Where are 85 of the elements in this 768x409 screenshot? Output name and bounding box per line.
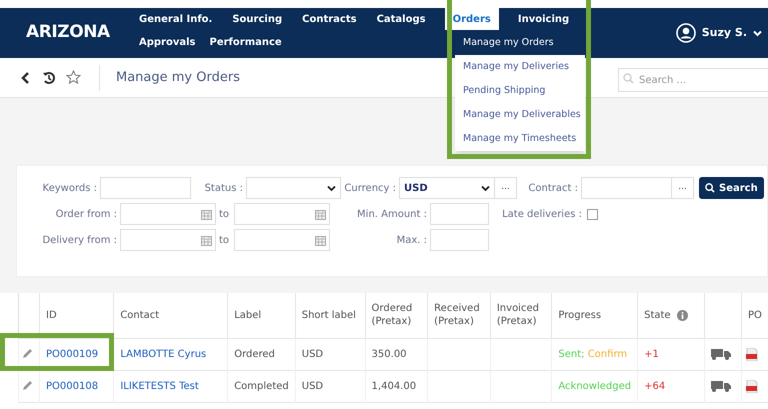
nav-tab[interactable]: Orders: [444, 8, 499, 30]
menu-item[interactable]: Manage my Orders: [455, 31, 585, 55]
date-field[interactable]: [234, 203, 330, 225]
search-icon: [705, 183, 715, 193]
currency-dropdown[interactable]: USD: [399, 177, 495, 199]
contract-field[interactable]: [581, 177, 672, 199]
pdf-icon[interactable]: [746, 380, 758, 392]
caret-icon[interactable]: [753, 30, 762, 36]
calendar-icon: [315, 234, 326, 246]
table-cell: USD: [302, 348, 324, 360]
column-header[interactable]: Label: [234, 308, 262, 322]
state-value: +64: [644, 380, 666, 392]
order-link[interactable]: PO000108: [46, 380, 98, 392]
input-field[interactable]: [430, 229, 489, 251]
calendar-icon: [201, 234, 212, 246]
date-field[interactable]: [120, 229, 216, 251]
field-label: to: [218, 234, 230, 248]
calendar-icon: [315, 208, 326, 220]
state-value: +1: [644, 348, 659, 360]
column-header[interactable]: Invoiced (Pretax): [496, 302, 539, 328]
nav-tab[interactable]: Performance: [208, 34, 283, 50]
field-label: Contract :: [527, 182, 579, 196]
nav-tab[interactable]: Catalogs: [376, 8, 427, 30]
field-label: to: [218, 208, 230, 222]
column-header[interactable]: ID: [46, 308, 57, 322]
column-header[interactable]: State: [644, 308, 671, 322]
table-cell: Completed: [234, 380, 289, 392]
pencil-icon[interactable]: [21, 380, 33, 392]
field-label: Order from :: [54, 208, 118, 222]
column-header[interactable]: Contact: [120, 308, 160, 322]
search-button[interactable]: Search: [699, 177, 764, 199]
table-cell: USD: [302, 380, 324, 392]
field-label: Currency :: [343, 182, 397, 196]
table-cell: 350.00: [372, 348, 407, 360]
date-field[interactable]: [234, 229, 330, 251]
user-avatar-icon[interactable]: [676, 23, 696, 43]
column-header[interactable]: Progress: [558, 308, 602, 322]
column-header[interactable]: Short label: [302, 308, 356, 322]
history-icon[interactable]: [42, 70, 56, 84]
page-title: Manage my Orders: [116, 68, 240, 87]
user-name[interactable]: Suzy S.: [702, 24, 747, 42]
more-button[interactable]: ...: [672, 177, 694, 199]
contact-link[interactable]: ILIKETESTS Test: [120, 380, 199, 392]
nav-tab[interactable]: Sourcing: [231, 8, 284, 30]
menu-item[interactable]: Manage my Timesheets: [455, 127, 585, 151]
star-icon[interactable]: [66, 70, 81, 85]
nav-tab[interactable]: Approvals: [138, 34, 197, 50]
contact-link[interactable]: LAMBOTTE Cyrus: [120, 348, 206, 360]
chevron-icon: [327, 184, 336, 192]
pencil-icon[interactable]: [21, 348, 33, 360]
column-header[interactable]: Received (Pretax): [434, 302, 480, 328]
info-icon[interactable]: [676, 310, 688, 321]
nav-tab[interactable]: Contracts: [301, 8, 358, 30]
late-deliveries-checkbox[interactable]: [587, 208, 598, 220]
back-icon[interactable]: [20, 72, 30, 84]
date-field[interactable]: [120, 203, 216, 225]
input-field[interactable]: [430, 203, 489, 225]
field-label: Delivery from :: [41, 234, 118, 248]
table-cell: 1,404.00: [372, 380, 416, 392]
calendar-icon: [201, 208, 212, 220]
nav-tab[interactable]: General Info.: [138, 8, 214, 30]
progress-status: Acknowledged: [558, 380, 632, 392]
menu-item[interactable]: Manage my Deliveries: [455, 55, 585, 79]
table-cell: Ordered: [234, 348, 275, 360]
more-button[interactable]: ...: [495, 177, 517, 199]
chevron-icon: [481, 184, 490, 192]
logo[interactable]: ARIZONA: [26, 20, 110, 46]
menu-item[interactable]: Manage my Deliverables: [455, 103, 585, 127]
order-link[interactable]: PO000109: [46, 348, 98, 360]
nav-tab[interactable]: Invoicing: [516, 8, 570, 30]
column-header[interactable]: PO: [748, 308, 762, 322]
truck-icon[interactable]: [711, 380, 732, 392]
field-label: Late deliveries :: [501, 208, 583, 222]
field-label: Keywords :: [42, 182, 98, 196]
input-field[interactable]: [100, 177, 191, 199]
field-label: Status :: [204, 182, 244, 196]
progress-status: Sent; Confirm: [558, 348, 628, 360]
search-field[interactable]: Search ...: [618, 68, 768, 92]
pdf-icon[interactable]: [746, 348, 758, 360]
search-icon: [623, 72, 634, 84]
column-header[interactable]: Ordered (Pretax): [372, 302, 412, 328]
field-label: Min. Amount :: [356, 208, 428, 222]
menu-item[interactable]: Pending Shipping: [455, 79, 585, 103]
truck-icon[interactable]: [711, 348, 732, 360]
field-label: Max. :: [396, 234, 428, 248]
